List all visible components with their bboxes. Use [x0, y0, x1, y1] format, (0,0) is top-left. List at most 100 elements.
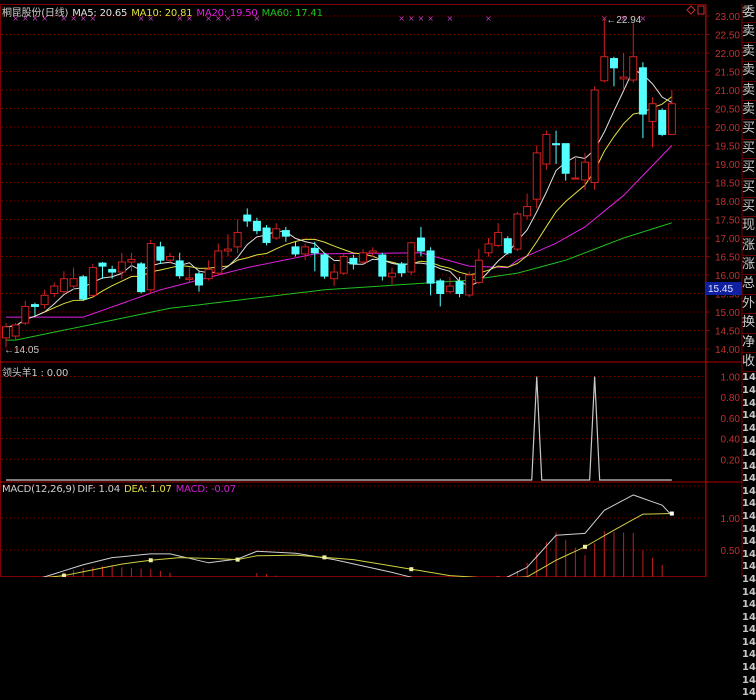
candle [205, 269, 212, 278]
candle [649, 104, 656, 122]
quote-panel-label: 卖 [742, 62, 756, 81]
candle [224, 249, 231, 251]
candle [60, 279, 67, 292]
ma10-value: MA10: 20.81 [131, 8, 192, 19]
ma20-line [6, 146, 672, 318]
candle [80, 277, 87, 299]
quote-panel-label: 外 [742, 295, 756, 314]
candle [369, 251, 376, 253]
candle [504, 239, 511, 253]
candle [389, 273, 396, 277]
quote-panel-label: 14: [742, 385, 756, 398]
ma20-value: MA20: 19.50 [196, 8, 257, 19]
dea-marker [322, 555, 326, 559]
price-label: 14.00 [715, 345, 740, 356]
macd-axis-label: 0.50 [721, 546, 741, 557]
macd-name: MACD(12,26,9) [2, 484, 75, 495]
candle [427, 251, 434, 283]
candle [446, 286, 453, 292]
candle [292, 247, 299, 254]
candle [360, 253, 367, 262]
candle [456, 282, 463, 294]
candle [639, 68, 646, 114]
candle [630, 57, 637, 80]
candle [408, 243, 415, 272]
dea-marker [409, 567, 413, 571]
signal-marker: × [447, 14, 454, 23]
stock-name: 桐昆股份(日线) [2, 8, 68, 19]
candle [167, 257, 174, 261]
high-price-note: ←22.94 [606, 15, 641, 26]
candle [41, 295, 48, 304]
quote-panel-label: 14: [742, 423, 756, 436]
dea-marker [62, 574, 66, 577]
candle [668, 104, 675, 135]
quote-panel-label: 换 [742, 314, 756, 333]
indicator-axis-label: 1.00 [721, 373, 741, 384]
price-label: 19.00 [715, 160, 740, 171]
quote-panel-label: 卖 [742, 82, 756, 101]
quote-panel-label: 委 [742, 4, 756, 23]
price-label: 20.50 [715, 105, 740, 116]
candle [263, 228, 270, 242]
ma10-line [6, 97, 672, 327]
candle [398, 264, 405, 273]
quote-panel-label: 14: [742, 410, 756, 423]
candle [659, 110, 666, 134]
main-legend: 桐昆股份(日线)MA5: 20.65MA10: 20.81MA20: 19.50… [2, 4, 327, 19]
signal-marker: × [398, 14, 405, 23]
quote-panel-label: 14: [742, 687, 756, 700]
square-icon[interactable] [698, 6, 704, 14]
quote-panel-label: 卖 [742, 101, 756, 120]
quote-panel-label: 净 [742, 334, 756, 353]
candle [302, 247, 309, 254]
candle [273, 229, 280, 238]
indicator-axis-label: 0.80 [721, 393, 741, 404]
quote-panel-label: 涨 [742, 237, 756, 256]
candle [147, 244, 154, 290]
candle [311, 248, 318, 252]
price-label: 22.00 [715, 49, 740, 60]
dea-marker [236, 558, 240, 562]
quote-panel-label: 14: [742, 448, 756, 461]
candle [51, 286, 58, 293]
candle [99, 263, 106, 266]
candle [157, 247, 164, 260]
quote-panel-label: 14: [742, 524, 756, 537]
quote-panel-label: 涨 [742, 256, 756, 275]
candle [215, 251, 222, 273]
price-label: 16.50 [715, 253, 740, 264]
candle [22, 306, 29, 323]
candle [601, 57, 608, 81]
quote-panel-label: 买 [742, 198, 756, 217]
quote-panel-label: 14: [742, 372, 756, 385]
quote-panel-label: 买 [742, 140, 756, 159]
candle [12, 325, 19, 336]
candle [350, 258, 357, 264]
indicator-line [6, 377, 672, 481]
quote-panel-label: 总 [742, 275, 756, 294]
price-label: 23.00 [715, 12, 740, 23]
candle [282, 231, 289, 237]
quote-panel-label: 14: [742, 649, 756, 662]
candle [620, 77, 627, 79]
price-label: 17.50 [715, 216, 740, 227]
signal-marker: × [485, 14, 492, 23]
price-label: 22.50 [715, 31, 740, 42]
price-label: 18.00 [715, 197, 740, 208]
quote-panel-label: 现 [742, 217, 756, 236]
quote-panel-label: 14: [742, 612, 756, 625]
diamond-icon[interactable] [687, 6, 695, 14]
candle [495, 232, 502, 245]
quote-panel-label: 14: [742, 511, 756, 524]
quote-panel-label: 14: [742, 599, 756, 612]
candle [514, 214, 521, 249]
candle [3, 327, 10, 338]
price-label: 16.00 [715, 271, 740, 282]
quote-panel-label: 14: [742, 498, 756, 511]
candle [582, 162, 589, 180]
quote-panel-label: 14: [742, 473, 756, 486]
quote-panel-label: 14: [742, 637, 756, 650]
quote-panel-label: 14: [742, 486, 756, 499]
dea-marker [670, 512, 674, 516]
